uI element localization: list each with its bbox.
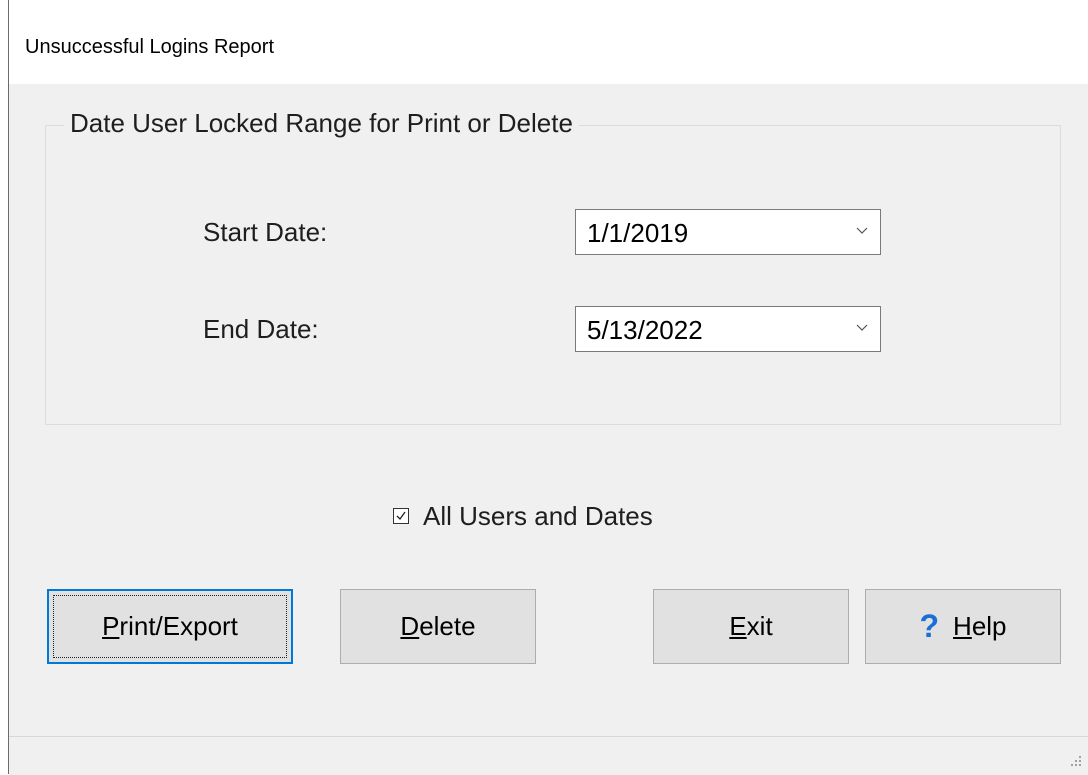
- question-mark-icon: ?: [919, 608, 940, 644]
- window-title: Unsuccessful Logins Report: [25, 36, 275, 58]
- chevron-down-icon[interactable]: [854, 317, 870, 337]
- help-label: Help: [953, 611, 1007, 641]
- start-date-value: 1/1/2019: [587, 218, 689, 248]
- start-date-label: Start Date:: [203, 217, 328, 247]
- end-date-value: 5/13/2022: [587, 315, 703, 345]
- end-date-picker[interactable]: 5/13/2022: [575, 306, 881, 352]
- end-date-label: End Date:: [203, 314, 319, 344]
- delete-label: Delete: [400, 611, 476, 641]
- exit-button[interactable]: Exit: [653, 589, 849, 664]
- exit-label: Exit: [729, 611, 773, 641]
- date-range-group-legend: Date User Locked Range for Print or Dele…: [64, 108, 579, 139]
- delete-button[interactable]: Delete: [340, 589, 536, 664]
- all-users-checkbox[interactable]: [393, 508, 409, 524]
- date-range-group: Date User Locked Range for Print or Dele…: [45, 108, 1061, 425]
- resize-grip-icon[interactable]: [1070, 755, 1082, 767]
- all-users-option[interactable]: All Users and Dates: [393, 496, 653, 536]
- status-bar: [9, 736, 1088, 775]
- start-date-picker[interactable]: 1/1/2019: [575, 209, 881, 255]
- title-bar[interactable]: Unsuccessful Logins Report: [9, 0, 1088, 84]
- report-dialog: Unsuccessful Logins Report Date User Loc…: [8, 0, 1088, 775]
- chevron-down-icon[interactable]: [854, 220, 870, 240]
- print-export-button[interactable]: Print/Export: [47, 589, 293, 664]
- all-users-label: All Users and Dates: [423, 500, 653, 531]
- help-button[interactable]: ? Help: [865, 589, 1061, 664]
- checkmark-icon: [396, 511, 406, 521]
- focus-ring: [53, 595, 287, 658]
